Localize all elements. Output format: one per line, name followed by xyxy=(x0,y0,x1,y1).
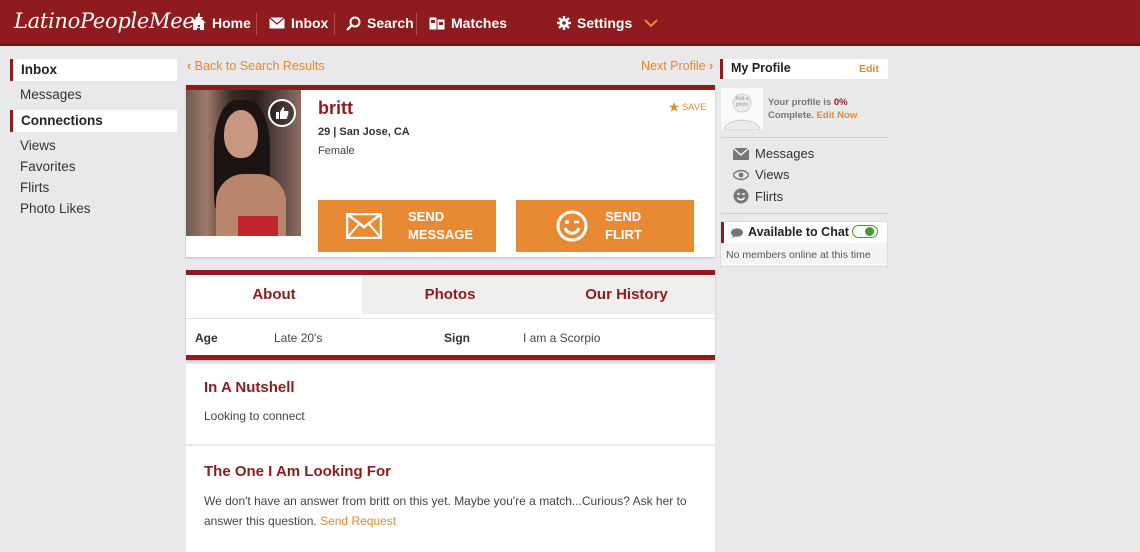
chevron-left-icon: ‹ xyxy=(187,59,192,73)
nav-divider xyxy=(334,13,335,35)
nutshell-title: In A Nutshell xyxy=(204,379,295,396)
back-link-label: Back to Search Results xyxy=(194,59,325,73)
sidebar-section-connections[interactable]: Connections xyxy=(10,110,177,132)
nav-matches[interactable]: Matches xyxy=(429,0,507,46)
avatar[interactable]: Add a photo xyxy=(721,88,763,131)
attr-sign-key: Sign xyxy=(444,331,470,345)
looking-for-text: We don't have an answer from britt on th… xyxy=(204,491,694,531)
nav-search-label: Search xyxy=(367,15,414,31)
sidebar-item-views[interactable]: Views xyxy=(20,138,56,153)
nav-inbox-label: Inbox xyxy=(291,15,329,31)
next-link-label: Next Profile xyxy=(641,59,706,73)
user-silhouette-icon xyxy=(723,93,761,131)
envelope-icon xyxy=(269,17,285,29)
divider xyxy=(721,213,888,214)
tab-about[interactable]: About xyxy=(186,275,362,314)
home-icon xyxy=(191,16,206,30)
send-flirt-button[interactable]: SEND FLIRT xyxy=(516,200,694,252)
send-request-link[interactable]: Send Request xyxy=(320,514,396,528)
nav-divider xyxy=(256,13,257,35)
save-profile-button[interactable]: SAVE xyxy=(669,102,707,112)
sidebar-item-photo-likes[interactable]: Photo Likes xyxy=(20,201,91,216)
envelope-icon xyxy=(346,213,382,239)
attr-age-key: Age xyxy=(195,331,218,345)
looking-for-title: The One I Am Looking For xyxy=(204,463,391,480)
send-message-line2: MESSAGE xyxy=(408,227,474,242)
my-views-link[interactable]: Views xyxy=(733,167,789,182)
chat-title: Available to Chat xyxy=(748,225,849,239)
my-messages-label: Messages xyxy=(755,146,815,161)
profile-gender: Female xyxy=(318,145,355,157)
send-flirt-line1: SEND xyxy=(605,209,642,224)
search-icon xyxy=(346,16,361,31)
attr-age-value: Late 20's xyxy=(274,331,323,345)
profile-age-location: 29 | San Jose, CA xyxy=(318,126,410,138)
like-photo-button[interactable] xyxy=(268,99,296,127)
my-flirts-label: Flirts xyxy=(755,188,784,204)
my-profile-edit-link[interactable]: Edit xyxy=(859,63,879,75)
chat-panel: Available to Chat No members online at t… xyxy=(720,221,888,267)
profile-card: britt 29 | San Jose, CA Female SAVE SEND… xyxy=(186,85,715,257)
envelope-icon xyxy=(733,147,749,160)
save-label: SAVE xyxy=(682,102,707,112)
nav-divider xyxy=(416,13,417,35)
my-messages-link[interactable]: Messages xyxy=(733,146,814,161)
complete-suffix: Complete. xyxy=(768,110,814,121)
nav-home[interactable]: Home xyxy=(191,0,251,46)
send-message-line1: SEND xyxy=(408,209,445,224)
nav-settings[interactable]: Settings xyxy=(557,0,658,46)
site-logo[interactable]: LatinoPeopleMeet xyxy=(14,9,203,33)
profile-name: britt xyxy=(318,98,353,118)
chat-header: Available to Chat xyxy=(721,222,887,243)
matches-icon xyxy=(429,17,445,29)
thumbs-up-icon xyxy=(276,107,289,119)
sidebar-section-inbox[interactable]: Inbox xyxy=(10,59,177,81)
profile-photo[interactable] xyxy=(186,90,301,236)
next-profile-link[interactable]: Next Profile › xyxy=(641,59,713,73)
chat-availability-toggle[interactable] xyxy=(852,225,878,238)
sidebar-item-favorites[interactable]: Favorites xyxy=(20,159,76,174)
tab-photos[interactable]: Photos xyxy=(362,275,538,314)
wink-icon xyxy=(733,188,749,204)
sidebar-item-messages[interactable]: Messages xyxy=(20,87,82,102)
profile-tabs-card: About Photos Our History Age Late 20's S… xyxy=(186,270,715,360)
wink-icon xyxy=(556,210,588,242)
chevron-right-icon: › xyxy=(709,59,714,73)
edit-now-link[interactable]: Edit Now xyxy=(817,110,858,121)
complete-prefix: Your profile is xyxy=(768,97,832,108)
section-nutshell: In A Nutshell Looking to connect xyxy=(186,364,715,444)
my-flirts-link[interactable]: Flirts xyxy=(733,188,783,204)
nav-matches-label: Matches xyxy=(451,15,508,31)
section-looking-for: The One I Am Looking For We don't have a… xyxy=(186,446,715,552)
complete-percent: 0% xyxy=(833,97,848,108)
attr-sign-value: I am a Scorpio xyxy=(523,331,601,345)
back-to-results-link[interactable]: ‹ Back to Search Results xyxy=(187,59,325,73)
my-views-label: Views xyxy=(755,167,790,182)
my-profile-header: My Profile Edit xyxy=(720,59,888,79)
chevron-down-icon xyxy=(644,18,658,27)
nav-search[interactable]: Search xyxy=(346,0,414,46)
star-icon xyxy=(669,102,679,112)
profile-completion: Your profile is 0% Complete. Edit Now xyxy=(768,96,857,122)
avatar-caption: Add a photo xyxy=(735,96,749,108)
looking-for-body: We don't have an answer from britt on th… xyxy=(204,494,687,528)
my-profile-title: My Profile xyxy=(731,61,791,75)
tab-our-history[interactable]: Our History xyxy=(538,275,715,314)
nutshell-text: Looking to connect xyxy=(204,409,305,423)
divider xyxy=(186,318,715,319)
divider xyxy=(721,137,888,138)
send-message-button[interactable]: SEND MESSAGE xyxy=(318,200,496,252)
top-navigation-bar: LatinoPeopleMeet Home Inbox Search Match… xyxy=(0,0,1140,46)
gear-icon xyxy=(557,16,571,30)
nav-inbox[interactable]: Inbox xyxy=(269,0,328,46)
eye-icon xyxy=(733,169,749,180)
chat-status-text: No members online at this time xyxy=(726,249,871,261)
chat-bubble-icon xyxy=(731,228,743,238)
nav-settings-label: Settings xyxy=(577,15,633,31)
nav-home-label: Home xyxy=(212,15,251,31)
send-flirt-line2: FLIRT xyxy=(605,227,642,242)
sidebar-item-flirts[interactable]: Flirts xyxy=(20,180,49,195)
